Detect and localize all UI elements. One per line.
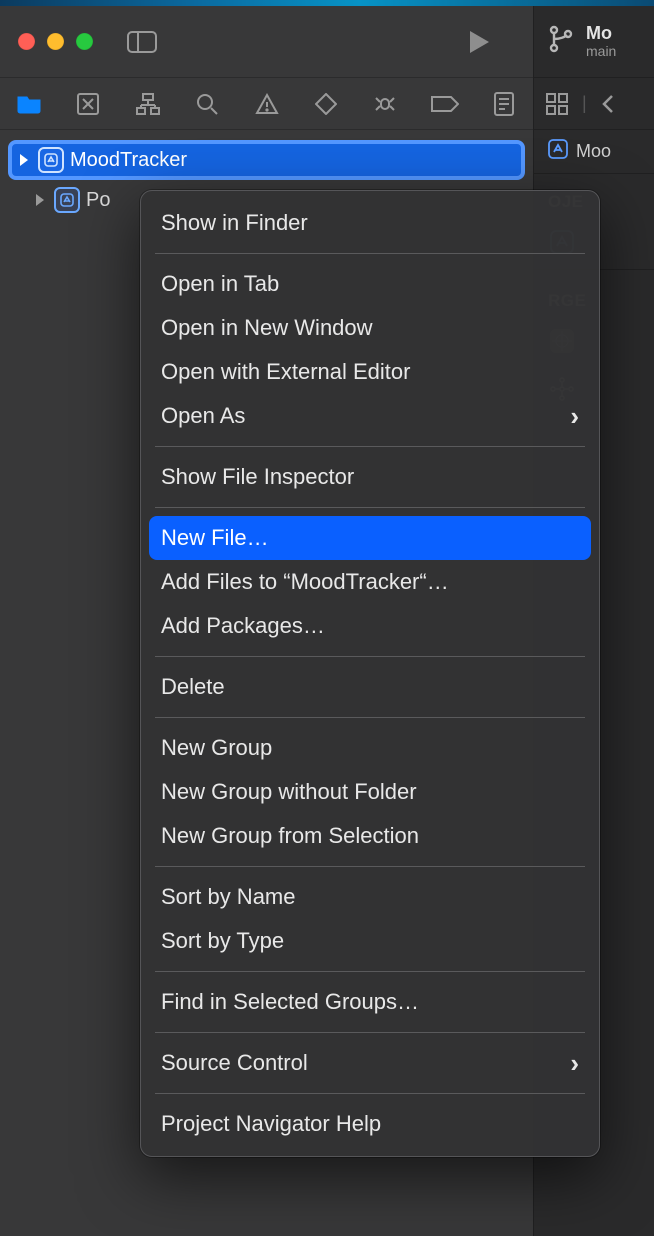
menu-item[interactable]: Show in Finder	[141, 201, 599, 245]
menu-separator	[155, 971, 585, 972]
menu-item-label: New Group without Folder	[161, 779, 417, 805]
branch-name[interactable]: Mo main	[586, 24, 616, 59]
menu-item[interactable]: Add Files to “MoodTracker“…	[141, 560, 599, 604]
menu-separator	[155, 1032, 585, 1033]
menu-item-label: Show in Finder	[161, 210, 308, 236]
issue-navigator-tab[interactable]	[250, 87, 284, 121]
chevron-right-icon: ›	[570, 1048, 579, 1079]
menu-item[interactable]: Open As ›	[141, 394, 599, 438]
source-control-navigator-tab[interactable]	[71, 87, 105, 121]
breadcrumb[interactable]: Moo	[534, 130, 654, 174]
chevron-right-icon[interactable]	[16, 153, 32, 167]
menu-item-label: Show File Inspector	[161, 464, 354, 490]
test-navigator-tab[interactable]	[309, 87, 343, 121]
grid-icon[interactable]	[546, 93, 568, 115]
menu-item[interactable]: Find in Selected Groups…	[141, 980, 599, 1024]
tree-item-label: MoodTracker	[70, 149, 187, 172]
menu-item-label: Open in Tab	[161, 271, 279, 297]
find-navigator-tab[interactable]	[190, 87, 224, 121]
menu-item[interactable]: Sort by Type	[141, 919, 599, 963]
traffic-lights	[18, 33, 93, 50]
menu-item-label: Delete	[161, 674, 225, 700]
menu-item-label: Source Control	[161, 1050, 308, 1076]
context-menu: Show in Finder Open in Tab Open in New Win…	[140, 190, 600, 1157]
menu-item[interactable]: Show File Inspector	[141, 455, 599, 499]
menu-item[interactable]: Open in Tab	[141, 262, 599, 306]
menu-item-label: Sort by Name	[161, 884, 296, 910]
project-icon	[38, 147, 64, 173]
tree-item-label: Po	[86, 189, 110, 212]
menu-item-label: New File…	[161, 525, 269, 551]
back-button[interactable]	[601, 94, 615, 114]
menu-item-label: Add Files to “MoodTracker“…	[161, 569, 449, 595]
menu-item[interactable]: Sort by Name	[141, 875, 599, 919]
project-icon	[54, 187, 80, 213]
menu-item-label: Open in New Window	[161, 315, 373, 341]
menu-item-label: Open As	[161, 403, 245, 429]
breakpoint-navigator-tab[interactable]	[428, 87, 462, 121]
symbol-navigator-tab[interactable]	[131, 87, 165, 121]
branch-header: Mo main	[534, 6, 654, 78]
chevron-right-icon: ›	[570, 401, 579, 432]
menu-separator	[155, 446, 585, 447]
menu-item[interactable]: New Group	[141, 726, 599, 770]
menu-item-label: Project Navigator Help	[161, 1111, 381, 1137]
menu-item-label: Find in Selected Groups…	[161, 989, 419, 1015]
menu-item[interactable]: Add Packages…	[141, 604, 599, 648]
menu-item[interactable]: New File…	[149, 516, 591, 560]
menu-item[interactable]: New Group without Folder	[141, 770, 599, 814]
sidebar-toggle-button[interactable]	[127, 31, 157, 53]
chevron-right-icon[interactable]	[32, 193, 48, 207]
menu-item-label: Open with External Editor	[161, 359, 410, 385]
menu-separator	[155, 253, 585, 254]
zoom-window-button[interactable]	[76, 33, 93, 50]
project-navigator-tab[interactable]	[12, 87, 46, 121]
branch-title: Mo	[586, 24, 616, 44]
menu-item[interactable]: Open with External Editor	[141, 350, 599, 394]
menu-item[interactable]: New Group from Selection	[141, 814, 599, 858]
title-bar	[0, 6, 533, 78]
menu-separator	[155, 656, 585, 657]
menu-item[interactable]: Open in New Window	[141, 306, 599, 350]
run-button[interactable]	[467, 29, 491, 55]
navigator-toolbar	[0, 78, 533, 130]
menu-item-label: New Group	[161, 735, 272, 761]
branch-icon	[548, 24, 574, 59]
close-window-button[interactable]	[18, 33, 35, 50]
minimize-window-button[interactable]	[47, 33, 64, 50]
editor-toolbar: |	[534, 78, 654, 130]
menu-item[interactable]: Source Control ›	[141, 1041, 599, 1085]
menu-item[interactable]: Project Navigator Help	[141, 1102, 599, 1146]
tree-item-moodtracker[interactable]: MoodTracker	[8, 140, 525, 180]
breadcrumb-text: Moo	[576, 141, 611, 162]
menu-item-label: New Group from Selection	[161, 823, 419, 849]
debug-navigator-tab[interactable]	[368, 87, 402, 121]
branch-subtitle: main	[586, 44, 616, 59]
project-icon	[548, 139, 568, 164]
menu-separator	[155, 717, 585, 718]
menu-item-label: Sort by Type	[161, 928, 284, 954]
menu-separator	[155, 866, 585, 867]
report-navigator-tab[interactable]	[487, 87, 521, 121]
menu-separator	[155, 1093, 585, 1094]
menu-item[interactable]: Delete	[141, 665, 599, 709]
menu-item-label: Add Packages…	[161, 613, 325, 639]
menu-separator	[155, 507, 585, 508]
